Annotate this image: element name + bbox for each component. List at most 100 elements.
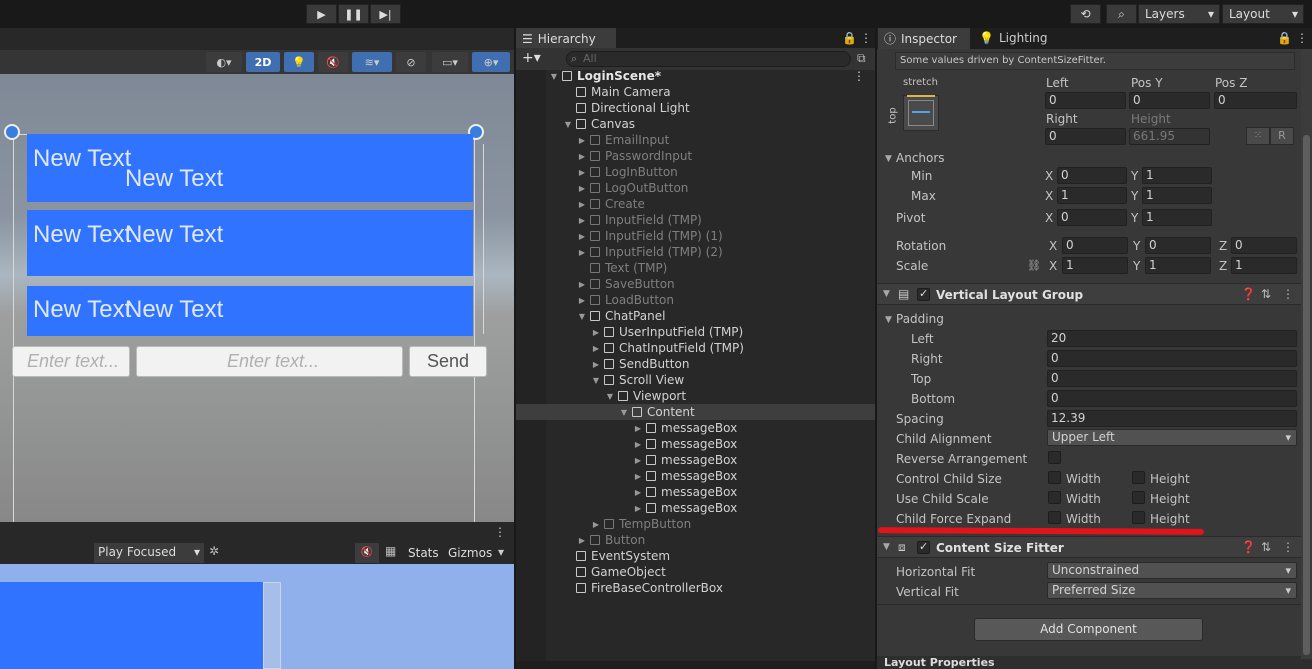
foldout-arrow-icon[interactable]: ▼ <box>590 376 602 385</box>
effects-toggle[interactable]: ≋▾ <box>352 52 392 72</box>
hierarchy-item[interactable]: ▶ InputField (TMP) (1) <box>516 228 875 244</box>
more-menu-icon[interactable]: ⋮ <box>1282 540 1294 554</box>
foldout-arrow-icon[interactable]: ▶ <box>576 168 588 177</box>
play-focused-dropdown[interactable]: Play Focused ▾ <box>94 543 204 563</box>
send-button[interactable]: Send <box>409 346 487 377</box>
hierarchy-item[interactable]: ▶ PasswordInput <box>516 148 875 164</box>
raw-edit-button[interactable]: R <box>1270 127 1294 145</box>
control-width-checkbox[interactable] <box>1048 471 1061 484</box>
rect-left-field[interactable]: 0 <box>1045 92 1126 109</box>
foldout-arrow-icon[interactable]: ▶ <box>576 136 588 145</box>
foldout-arrow-icon[interactable]: ▼ <box>885 154 892 164</box>
foldout-arrow-icon[interactable]: ▶ <box>590 328 602 337</box>
link-icon[interactable]: ⛓ <box>1027 259 1041 272</box>
add-icon[interactable]: +▾ <box>522 50 541 66</box>
lock-icon[interactable]: 🔒 <box>842 31 857 45</box>
foldout-arrow-icon[interactable]: ▼ <box>885 315 892 325</box>
history-button[interactable]: ⟲ <box>1070 4 1101 24</box>
foldout-arrow-icon[interactable]: ▶ <box>632 440 644 449</box>
scale-height-checkbox[interactable] <box>1132 491 1145 504</box>
expand-width-checkbox[interactable] <box>1048 511 1061 524</box>
step-button[interactable]: ▶| <box>370 4 401 24</box>
foldout-arrow-icon[interactable]: ▶ <box>576 296 588 305</box>
foldout-arrow-icon[interactable]: ▶ <box>590 520 602 529</box>
foldout-arrow-icon[interactable]: ▼ <box>883 542 890 552</box>
padding-bottom-field[interactable]: 0 <box>1047 390 1297 407</box>
bug-icon[interactable]: ✲ <box>209 544 219 558</box>
hierarchy-item[interactable]: ▶ InputField (TMP) <box>516 212 875 228</box>
mute-audio-button[interactable]: 🔇 <box>355 543 379 563</box>
chevron-down-icon[interactable]: ▾ <box>498 545 504 559</box>
game-view[interactable] <box>0 564 514 669</box>
hierarchy-item[interactable]: ▶ messageBox <box>516 436 875 452</box>
tab-hierarchy[interactable]: ☰ Hierarchy <box>516 28 616 49</box>
help-icon[interactable]: ❓ <box>1241 540 1256 554</box>
hierarchy-item[interactable]: ▶ LogOutButton <box>516 180 875 196</box>
scene-visibility-icon[interactable]: ⧉ <box>857 51 866 66</box>
foldout-arrow-icon[interactable]: ▶ <box>590 360 602 369</box>
foldout-arrow-icon[interactable]: ▶ <box>632 472 644 481</box>
gizmos-button[interactable]: ⊕▾ <box>472 52 510 72</box>
hierarchy-item[interactable]: ▶ messageBox <box>516 452 875 468</box>
vertical-layout-group-header[interactable]: ▼ ▤ Vertical Layout Group ❓ ⇅ ⋮ <box>877 283 1312 305</box>
rotation-y-field[interactable]: 0 <box>1145 237 1211 254</box>
hierarchy-item[interactable]: ▶ Create <box>516 196 875 212</box>
expand-height-checkbox[interactable] <box>1132 511 1145 524</box>
foldout-arrow-icon[interactable]: ▼ <box>604 392 616 401</box>
lighting-toggle[interactable]: 💡 <box>284 52 314 72</box>
more-menu-icon[interactable]: ⋮ <box>1282 287 1294 301</box>
rect-pos-y-field[interactable]: 0 <box>1129 92 1210 109</box>
help-icon[interactable]: ❓ <box>1241 287 1256 301</box>
hierarchy-item[interactable]: ▶ SendButton <box>516 356 875 372</box>
scale-x-field[interactable]: 1 <box>1062 257 1128 274</box>
hierarchy-item[interactable]: Text (TMP) <box>516 260 875 276</box>
more-menu-icon[interactable]: ⋮ <box>853 69 865 83</box>
search-button[interactable]: ⌕ <box>1106 4 1137 24</box>
more-menu-icon[interactable]: ⋮ <box>1296 31 1308 45</box>
anchor-min-x-field[interactable]: 0 <box>1057 167 1127 184</box>
hierarchy-item[interactable]: ▶ messageBox <box>516 468 875 484</box>
2d-toggle[interactable]: 2D <box>246 52 280 72</box>
child-alignment-dropdown[interactable]: Upper Left <box>1047 429 1297 446</box>
scrollbar-thumb[interactable] <box>1303 135 1310 655</box>
hierarchy-item[interactable]: ▼ Canvas <box>516 116 875 132</box>
foldout-arrow-icon[interactable]: ▶ <box>576 248 588 257</box>
anchor-handle[interactable] <box>4 124 20 140</box>
hierarchy-search-input[interactable]: ⌕ All <box>566 51 851 67</box>
pivot-y-field[interactable]: 1 <box>1142 209 1212 226</box>
preset-icon[interactable]: ⇅ <box>1261 287 1271 301</box>
rect-right-field[interactable]: 0 <box>1045 128 1126 145</box>
foldout-arrow-icon[interactable]: ▼ <box>576 312 588 321</box>
play-button[interactable]: ▶ <box>306 4 337 24</box>
padding-top-field[interactable]: 0 <box>1047 370 1297 387</box>
foldout-arrow-icon[interactable]: ▼ <box>548 72 560 81</box>
hierarchy-item[interactable]: FireBaseControllerBox <box>516 580 875 596</box>
foldout-arrow-icon[interactable]: ▶ <box>590 344 602 353</box>
pivot-x-field[interactable]: 0 <box>1057 209 1127 226</box>
hierarchy-item[interactable]: ▶ Button <box>516 532 875 548</box>
hierarchy-item[interactable]: ▶ messageBox <box>516 484 875 500</box>
hierarchy-item[interactable]: Main Camera <box>516 84 875 100</box>
grid-icon[interactable]: ▦ <box>385 544 396 558</box>
content-size-fitter-header[interactable]: ▼ ⧈ Content Size Fitter ❓ ⇅ ⋮ <box>877 536 1312 558</box>
foldout-arrow-icon[interactable]: ▶ <box>576 280 588 289</box>
spacing-field[interactable]: 12.39 <box>1047 410 1297 427</box>
hierarchy-item[interactable]: ▼ Scroll View <box>516 372 875 388</box>
inspector-scrollbar[interactable] <box>1301 49 1312 659</box>
hierarchy-item[interactable]: ▶ SaveButton <box>516 276 875 292</box>
more-menu-icon[interactable]: ⋮ <box>860 31 872 45</box>
rotation-x-field[interactable]: 0 <box>1062 237 1128 254</box>
foldout-arrow-icon[interactable]: ▼ <box>883 289 890 299</box>
hierarchy-item[interactable]: ▼ Content <box>516 404 875 420</box>
hierarchy-item[interactable]: ▶ LoadButton <box>516 292 875 308</box>
scale-z-field[interactable]: 1 <box>1231 257 1297 274</box>
blueprint-mode-button[interactable]: ⁙ <box>1246 127 1270 145</box>
hierarchy-item[interactable]: ▶ messageBox <box>516 420 875 436</box>
more-menu-icon[interactable]: ⋮ <box>494 525 506 539</box>
scene-view[interactable]: ◐▾ 2D 💡 🔇 ≋▾ ⊘ ▭▾ ⊕▾ New Text New Text N… <box>0 28 514 522</box>
foldout-arrow-icon[interactable]: ▶ <box>632 504 644 513</box>
foldout-arrow-icon[interactable]: ▶ <box>576 216 588 225</box>
tab-inspector[interactable]: ⓘ Inspector <box>878 28 970 49</box>
gizmos-button[interactable]: Gizmos <box>448 546 492 560</box>
hierarchy-item[interactable]: ▼ Viewport <box>516 388 875 404</box>
